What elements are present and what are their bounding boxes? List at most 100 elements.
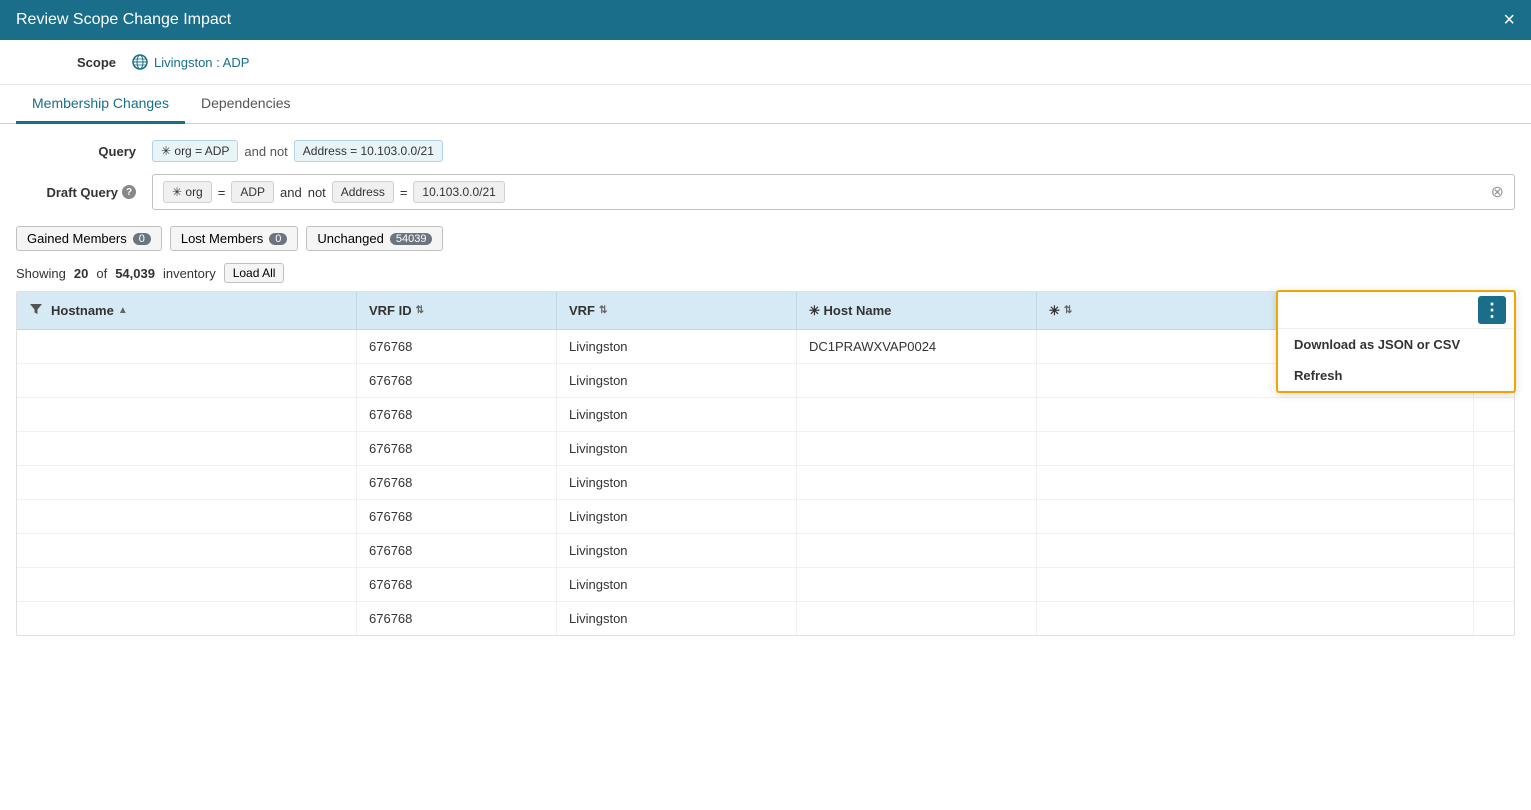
dq-equals: =: [218, 185, 226, 200]
showing-total: 54,039: [115, 266, 155, 281]
load-all-button[interactable]: Load All: [224, 263, 285, 283]
cell-vrf: Livingston: [557, 432, 797, 465]
dq-pill-address: Address: [332, 181, 394, 203]
cell-hostname: [17, 602, 357, 635]
dropdown-options-button[interactable]: ⋮: [1478, 296, 1506, 324]
cell-vrf: Livingston: [557, 500, 797, 533]
sort-icon-vrf-id[interactable]: ⇅: [416, 305, 424, 316]
cell-vrf: Livingston: [557, 330, 797, 363]
cell-vrf: Livingston: [557, 398, 797, 431]
query-pills: ✳ org = ADP and not Address = 10.103.0.0…: [152, 140, 443, 162]
cell-host-name: [797, 500, 1037, 533]
cell-host-name: [797, 432, 1037, 465]
table-row: 676768 Livingston: [17, 500, 1514, 534]
tab-membership-changes[interactable]: Membership Changes: [16, 85, 185, 124]
cell-vrf-id: 676768: [357, 330, 557, 363]
cell-hostname: [17, 534, 357, 567]
cell-hostname: [17, 330, 357, 363]
th-vrf-id-label: VRF ID: [369, 303, 412, 318]
globe-icon: [132, 54, 148, 70]
title-bar: Review Scope Change Impact ×: [0, 0, 1531, 40]
cell-options: [1474, 500, 1514, 533]
lost-members-count: 0: [269, 233, 287, 245]
cell-host-name: [797, 534, 1037, 567]
table-header: Hostname ▲ VRF ID ⇅ VRF ⇅ ✳ Host Name ✳ …: [17, 292, 1514, 330]
lost-members-label: Lost Members: [181, 231, 263, 246]
cell-vrf-id: 676768: [357, 534, 557, 567]
showing-of: of: [96, 266, 107, 281]
query-pill-address: Address = 10.103.0.0/21: [294, 140, 443, 162]
query-and-not: and not: [244, 144, 287, 159]
unchanged-count: 54039: [390, 233, 433, 245]
gained-members-label: Gained Members: [27, 231, 127, 246]
cell-extra: [1037, 466, 1474, 499]
query-pill-org: ✳ org = ADP: [152, 140, 238, 162]
cell-vrf: Livingston: [557, 602, 797, 635]
table-row: 676768 Livingston: [17, 602, 1514, 635]
draft-query-label: Draft Query ?: [16, 185, 136, 200]
cell-extra: [1037, 534, 1474, 567]
cell-vrf: Livingston: [557, 364, 797, 397]
sort-icon-extra[interactable]: ⇅: [1064, 305, 1072, 316]
query-label: Query: [16, 144, 136, 159]
lost-members-button[interactable]: Lost Members 0: [170, 226, 299, 251]
cell-vrf-id: 676768: [357, 364, 557, 397]
sort-icon-hostname[interactable]: ▲: [118, 305, 128, 316]
cell-host-name: [797, 466, 1037, 499]
cell-hostname: [17, 466, 357, 499]
gained-members-count: 0: [133, 233, 151, 245]
close-button[interactable]: ×: [1503, 10, 1515, 30]
th-vrf: VRF ⇅: [557, 292, 797, 329]
table-row: 676768 Livingston: [17, 568, 1514, 602]
help-icon[interactable]: ?: [122, 185, 136, 199]
dropdown-header: ⋮: [1278, 292, 1514, 329]
th-vrf-id: VRF ID ⇅: [357, 292, 557, 329]
unchanged-label: Unchanged: [317, 231, 384, 246]
table-row: 676768 Livingston: [17, 534, 1514, 568]
query-row: Query ✳ org = ADP and not Address = 10.1…: [16, 140, 1515, 162]
clear-icon[interactable]: ⊗: [1491, 182, 1504, 202]
th-host-name-label: ✳ Host Name: [809, 303, 891, 319]
dropdown-menu: ⋮ Download as JSON or CSV Refresh: [1276, 290, 1516, 393]
cell-hostname: [17, 500, 357, 533]
cell-vrf: Livingston: [557, 534, 797, 567]
refresh-menu-item[interactable]: Refresh: [1278, 360, 1514, 391]
scope-value: Livingston : ADP: [132, 54, 249, 70]
th-hostname-label: Hostname: [51, 303, 114, 318]
dq-equals2: =: [400, 185, 408, 200]
content-area: Query ✳ org = ADP and not Address = 10.1…: [0, 124, 1531, 652]
download-menu-item[interactable]: Download as JSON or CSV: [1278, 329, 1514, 360]
unchanged-button[interactable]: Unchanged 54039: [306, 226, 443, 251]
cell-extra: [1037, 602, 1474, 635]
cell-vrf-id: 676768: [357, 398, 557, 431]
cell-options: [1474, 568, 1514, 601]
gained-members-button[interactable]: Gained Members 0: [16, 226, 162, 251]
th-options: ⋮ ⋮ Download as JSON or CSV Refresh: [1474, 292, 1514, 329]
th-extra-label: ✳: [1049, 303, 1060, 319]
showing-count: 20: [74, 266, 88, 281]
tabs-container: Membership Changes Dependencies: [0, 85, 1531, 124]
cell-hostname: [17, 568, 357, 601]
cell-options: [1474, 432, 1514, 465]
cell-vrf: Livingston: [557, 568, 797, 601]
scope-label: Scope: [16, 55, 116, 70]
scope-value-text: Livingston : ADP: [154, 55, 249, 70]
draft-query-inner: ✳ org = ADP and not Address = 10.103.0.0…: [163, 181, 505, 203]
th-vrf-label: VRF: [569, 303, 595, 318]
sort-icon-vrf[interactable]: ⇅: [599, 305, 607, 316]
cell-extra: [1037, 432, 1474, 465]
cell-hostname: [17, 398, 357, 431]
cell-hostname: [17, 364, 357, 397]
cell-options: [1474, 602, 1514, 635]
cell-vrf-id: 676768: [357, 432, 557, 465]
tab-dependencies[interactable]: Dependencies: [185, 85, 307, 124]
filter-icon[interactable]: [29, 302, 43, 319]
cell-vrf: Livingston: [557, 466, 797, 499]
cell-host-name: [797, 398, 1037, 431]
dq-pill-cidr: 10.103.0.0/21: [413, 181, 504, 203]
dq-pill-adp: ADP: [231, 181, 274, 203]
showing-row: Showing 20 of 54,039 inventory Load All: [16, 263, 1515, 283]
draft-query-box[interactable]: ✳ org = ADP and not Address = 10.103.0.0…: [152, 174, 1515, 210]
cell-vrf-id: 676768: [357, 500, 557, 533]
cell-host-name: [797, 364, 1037, 397]
